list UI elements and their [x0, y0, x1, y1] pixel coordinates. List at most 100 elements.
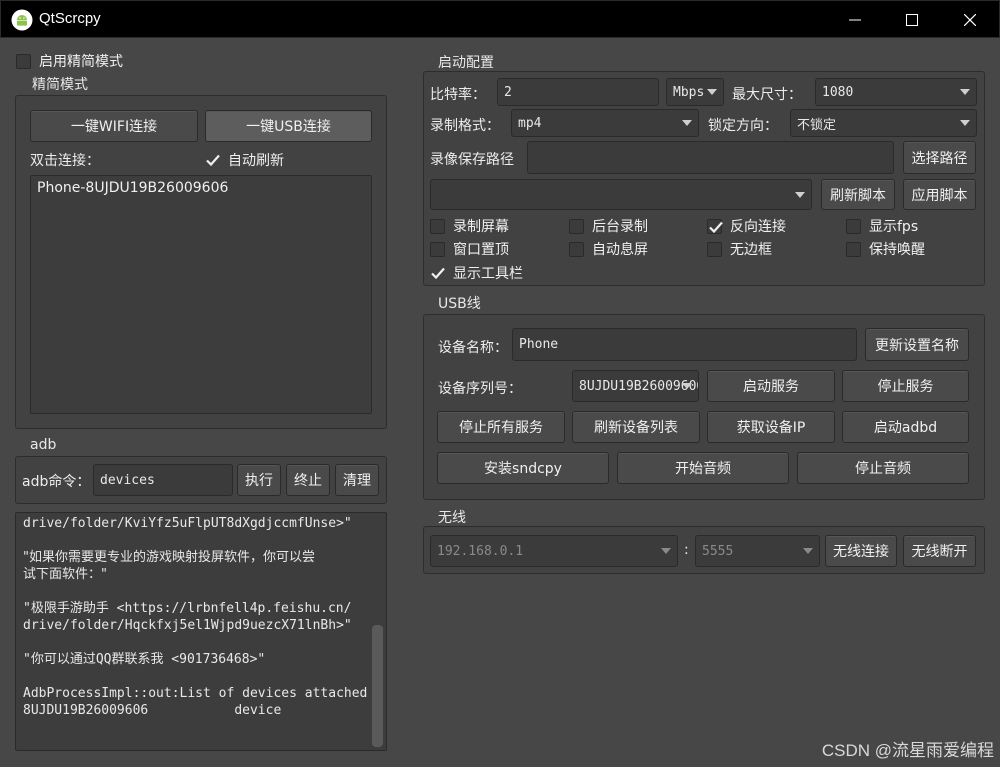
- serial-value: 8UJDU19B26009606: [579, 378, 699, 394]
- adb-log-output[interactable]: drive/folder/KviYfz5uFlpUT8dXgdjccmfUnse…: [15, 512, 387, 751]
- option-frameless[interactable]: 无边框: [707, 239, 772, 259]
- record-format-select[interactable]: mp4: [511, 109, 699, 137]
- auto-refresh-label: 自动刷新: [228, 153, 284, 169]
- option-show-toolbar[interactable]: 显示工具栏: [430, 263, 523, 283]
- option-label: 显示fps: [869, 219, 919, 235]
- checkbox-box: [569, 218, 584, 234]
- log-line: drive/folder/KviYfz5uFlpUT8dXgdjccmfUnse…: [23, 516, 352, 531]
- wireless-connect-button[interactable]: 无线连接: [825, 535, 897, 567]
- log-line: ​: [23, 532, 367, 549]
- chevron-down-icon: [803, 548, 813, 554]
- wireless-disconnect-button[interactable]: 无线断开: [903, 535, 976, 567]
- lock-orientation-label: 锁定方向：: [708, 118, 778, 134]
- checkbox-box: [846, 218, 861, 234]
- option-always-on-top[interactable]: 窗口置顶: [430, 239, 509, 259]
- device-name-label: 设备名称：: [438, 340, 508, 356]
- checkbox-box: [205, 153, 220, 168]
- checkbox-box: [16, 53, 31, 69]
- device-name-input[interactable]: Phone: [512, 328, 857, 361]
- record-format-value: mp4: [518, 115, 542, 131]
- log-line: ​: [23, 583, 367, 600]
- option-label: 无边框: [730, 242, 772, 258]
- terminate-button[interactable]: 终止: [286, 464, 330, 496]
- simple-mode-checkbox[interactable]: 启用精简模式: [16, 51, 123, 71]
- option-stay-awake[interactable]: 保持唤醒: [846, 239, 925, 259]
- stop-all-services-button[interactable]: 停止所有服务: [437, 411, 565, 443]
- minimize-button[interactable]: [826, 1, 884, 39]
- wireless-port-select[interactable]: 5555: [695, 535, 820, 567]
- start-audio-button[interactable]: 开始音频: [617, 452, 789, 484]
- start-adbd-button[interactable]: 启动adbd: [842, 411, 969, 443]
- minimize-icon: [849, 19, 861, 21]
- log-line: "极限手游助手 <https://lrbnfell4p.feishu.cn/: [23, 601, 352, 616]
- chevron-down-icon: [960, 120, 970, 126]
- auto-refresh-checkbox[interactable]: 自动刷新: [205, 150, 284, 170]
- select-path-button[interactable]: 选择路径: [903, 141, 976, 174]
- maximize-button[interactable]: [883, 1, 941, 39]
- max-size-value: 1080: [822, 84, 854, 100]
- refresh-script-button[interactable]: 刷新脚本: [821, 179, 895, 210]
- log-line: 试下面软件：": [23, 567, 107, 582]
- android-icon: [11, 9, 33, 31]
- close-button[interactable]: [941, 1, 999, 39]
- bitrate-input[interactable]: 2: [497, 78, 659, 106]
- apply-script-button[interactable]: 应用脚本: [903, 179, 976, 210]
- log-scrollbar[interactable]: [368, 513, 386, 750]
- option-auto-screen-off[interactable]: 自动息屏: [569, 239, 648, 259]
- adb-command-label: adb命令：: [22, 474, 91, 490]
- script-select[interactable]: [430, 179, 812, 210]
- stop-audio-button[interactable]: 停止音频: [797, 452, 969, 484]
- close-icon: [964, 14, 976, 26]
- log-line: AdbProcessImpl::out:List of devices atta…: [23, 686, 368, 701]
- update-name-button[interactable]: 更新设置名称: [865, 328, 969, 361]
- log-line: 8UJDU19B26009606 device: [23, 703, 282, 718]
- wifi-connect-button[interactable]: 一键WIFI连接: [30, 110, 198, 142]
- lock-orientation-select[interactable]: 不锁定: [790, 109, 977, 137]
- usb-connect-button[interactable]: 一键USB连接: [205, 110, 372, 142]
- device-list[interactable]: Phone-8UJDU19B26009606: [30, 175, 372, 414]
- option-show-fps[interactable]: 显示fps: [846, 216, 918, 236]
- record-path-input[interactable]: [527, 141, 894, 174]
- launch-config-group-title: 启动配置: [438, 55, 494, 71]
- checkbox-box: [846, 241, 861, 257]
- option-background-record[interactable]: 后台录制: [569, 216, 648, 236]
- option-label: 后台录制: [592, 219, 648, 235]
- chevron-down-icon: [707, 89, 717, 95]
- option-reverse-connect[interactable]: 反向连接: [707, 216, 786, 236]
- option-label: 反向连接: [730, 219, 786, 235]
- refresh-device-list-button[interactable]: 刷新设备列表: [572, 411, 700, 443]
- install-sndcpy-button[interactable]: 安装sndcpy: [437, 452, 609, 484]
- maximize-icon: [906, 14, 918, 26]
- option-label: 显示工具栏: [453, 266, 523, 282]
- scroll-thumb[interactable]: [372, 625, 383, 747]
- get-device-ip-button[interactable]: 获取设备IP: [707, 411, 835, 443]
- serial-select[interactable]: 8UJDU19B26009606: [572, 370, 699, 402]
- usb-group-title: USB线: [438, 296, 481, 312]
- adb-command-input[interactable]: devices: [93, 464, 233, 496]
- wireless-ip-select[interactable]: 192.168.0.1: [430, 535, 678, 567]
- checkbox-box: [707, 241, 722, 257]
- stop-service-button[interactable]: 停止服务: [842, 370, 969, 402]
- wireless-group-title: 无线: [438, 510, 466, 526]
- ip-port-separator: :: [684, 542, 689, 558]
- serial-label: 设备序列号：: [438, 381, 522, 397]
- watermark: CSDN @流星雨爱编程: [821, 741, 994, 760]
- clear-button[interactable]: 清理: [335, 464, 379, 496]
- max-size-select[interactable]: 1080: [815, 78, 977, 106]
- lock-orientation-value: 不锁定: [797, 117, 837, 133]
- bitrate-unit-value: Mbps: [673, 84, 705, 100]
- list-item[interactable]: Phone-8UJDU19B26009606: [37, 180, 228, 196]
- bitrate-unit-select[interactable]: Mbps: [666, 78, 724, 106]
- execute-button[interactable]: 执行: [237, 464, 281, 496]
- option-record-screen[interactable]: 录制屏幕: [430, 216, 509, 236]
- check-icon: [709, 221, 723, 233]
- log-line: "你可以通过QQ群联系我 <901736468>": [23, 652, 266, 667]
- bitrate-label: 比特率：: [430, 87, 486, 103]
- simple-mode-label: 启用精简模式: [39, 54, 123, 70]
- log-line: "如果你需要更专业的游戏映射投屏软件，你可以尝: [23, 550, 315, 565]
- check-icon: [206, 154, 220, 166]
- chevron-down-icon: [682, 383, 692, 389]
- start-service-button[interactable]: 启动服务: [707, 370, 835, 402]
- option-label: 窗口置顶: [453, 242, 509, 258]
- chevron-down-icon: [960, 89, 970, 95]
